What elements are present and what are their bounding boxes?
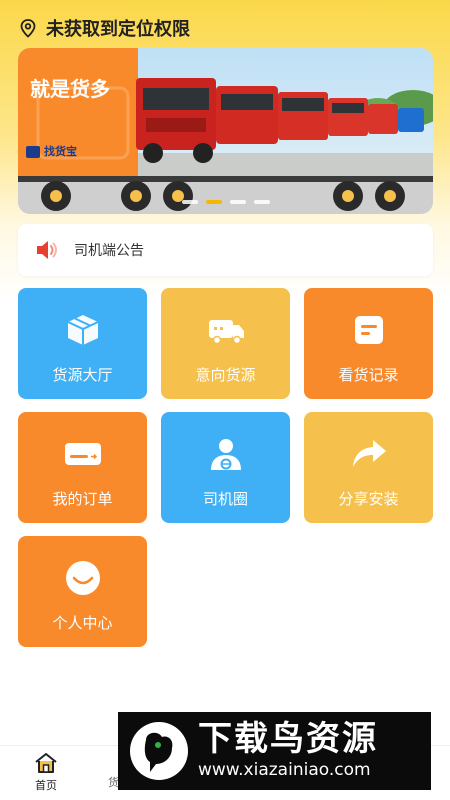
tile-personal-center[interactable]: 个人中心	[18, 536, 147, 647]
promo-banner[interactable]: 就是货多 找货宝	[18, 48, 433, 214]
tile-label: 司机圈	[202, 490, 248, 508]
carousel-dots	[18, 200, 433, 204]
location-pin-icon	[20, 19, 36, 38]
nav-tab-home[interactable]: 首页	[26, 752, 66, 793]
share-icon	[349, 434, 389, 474]
tile-label: 看货记录	[338, 366, 399, 384]
tile-label: 意向货源	[195, 366, 256, 384]
carousel-dot[interactable]	[181, 200, 198, 204]
note-icon	[349, 310, 389, 350]
tile-share-install[interactable]: 分享安装	[304, 412, 433, 523]
tile-label: 个人中心	[52, 614, 113, 632]
carousel-dot-active[interactable]	[205, 200, 222, 204]
location-bar[interactable]: 未获取到定位权限	[18, 14, 190, 42]
smile-icon	[63, 558, 103, 598]
speaker-icon	[37, 241, 57, 259]
box-icon	[63, 310, 103, 350]
brand-logo-icon	[26, 146, 40, 158]
location-status-text: 未获取到定位权限	[46, 19, 190, 40]
tile-label: 货源大厅	[52, 366, 113, 384]
tile-view-history[interactable]: 看货记录	[304, 288, 433, 399]
watermark-url: www.xiazainiao.com	[198, 760, 371, 780]
truck-icon	[206, 310, 246, 350]
carousel-dot[interactable]	[229, 200, 246, 204]
tile-intended-cargo[interactable]: 意向货源	[161, 288, 290, 399]
driver-icon	[206, 434, 246, 474]
watermark-title: 下载鸟资源	[198, 719, 378, 759]
banner-image: 就是货多 找货宝	[18, 48, 433, 214]
nav-label-home: 首页	[35, 779, 57, 792]
carousel-dot[interactable]	[253, 200, 270, 204]
announcement-text: 司机端公告	[74, 243, 144, 259]
tile-label: 我的订单	[52, 490, 113, 508]
tile-my-orders[interactable]: 我的订单	[18, 412, 147, 523]
tile-driver-circle[interactable]: 司机圈	[161, 412, 290, 523]
banner-brand: 找货宝	[44, 144, 77, 158]
bird-logo-icon	[130, 722, 188, 780]
home-icon	[35, 753, 57, 773]
announcement-bar[interactable]: 司机端公告	[18, 224, 433, 276]
tile-label: 分享安装	[338, 490, 399, 508]
banner-slogan: 就是货多	[30, 77, 110, 101]
card-icon	[63, 434, 103, 474]
watermark-overlay: 下载鸟资源 www.xiazainiao.com	[118, 712, 431, 790]
tile-cargo-hall[interactable]: 货源大厅	[18, 288, 147, 399]
